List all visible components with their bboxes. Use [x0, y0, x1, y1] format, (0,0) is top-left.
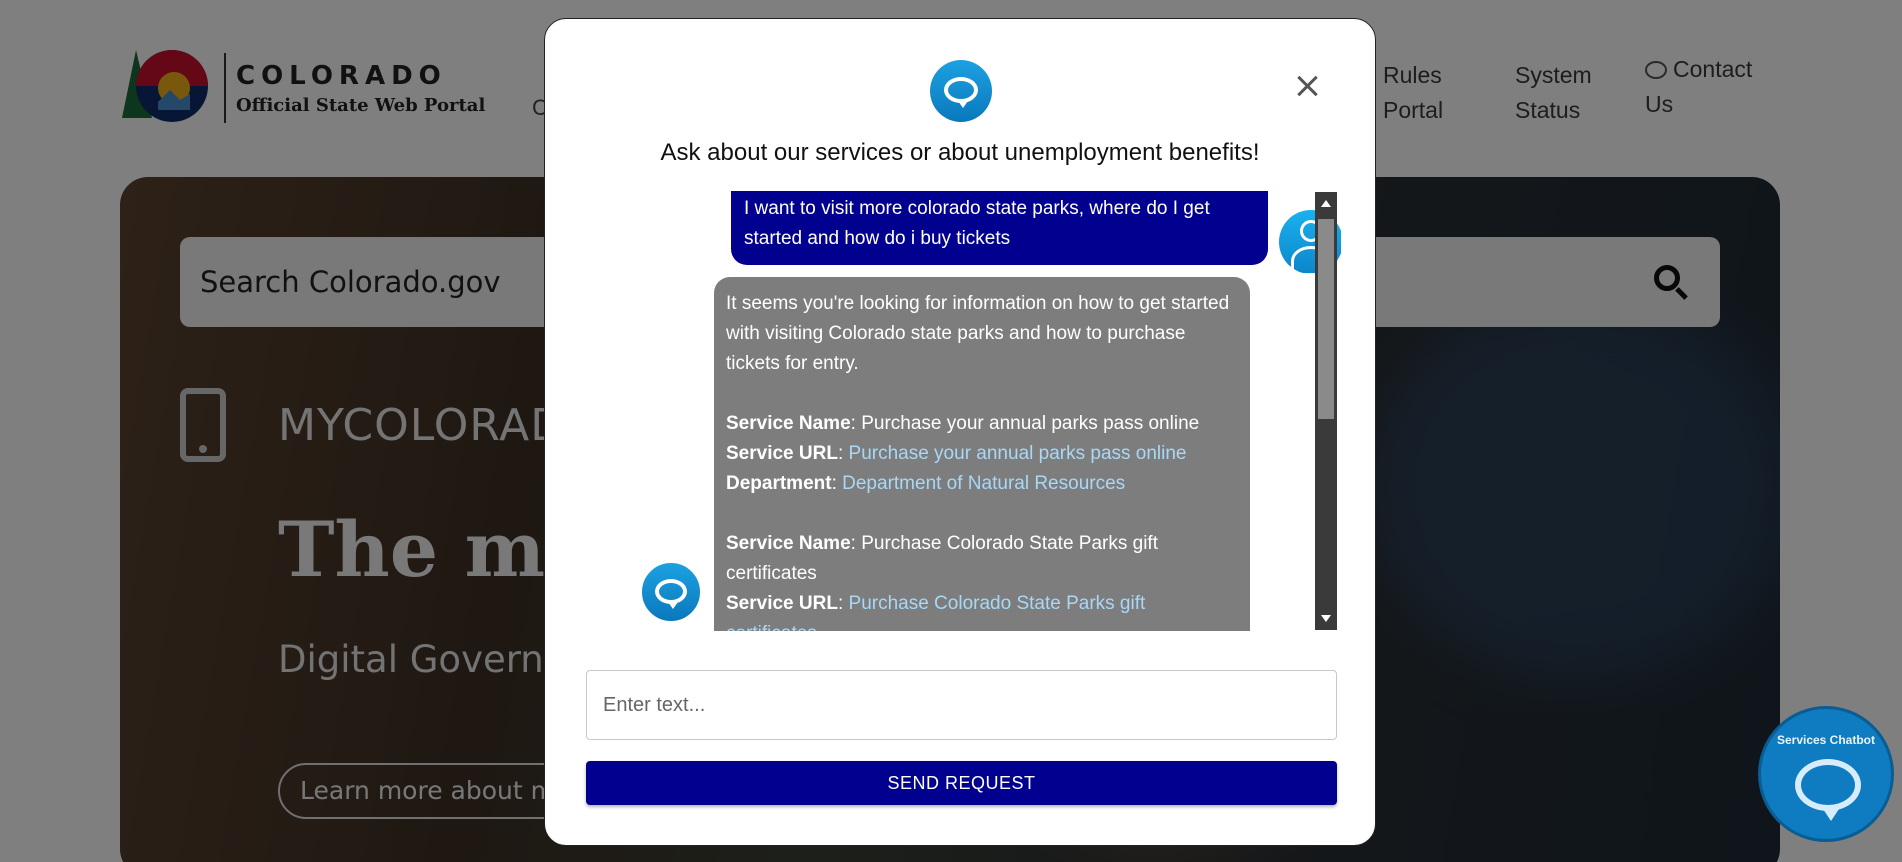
bot-message: It seems you're looking for information … [714, 277, 1250, 631]
close-icon[interactable] [1293, 71, 1323, 101]
chatbot-icon [1795, 759, 1861, 821]
bot-message-intro: It seems you're looking for information … [726, 293, 1230, 374]
service-url-label: Service URL [726, 593, 838, 614]
chatbot-modal: Ask about our services or about unemploy… [544, 18, 1376, 846]
service-url-label: Service URL [726, 443, 838, 464]
department-line: Department: Department of Natural Resour… [726, 473, 1126, 494]
chatbot-icon [930, 60, 992, 122]
modal-heading: Ask about our services or about unemploy… [660, 139, 1260, 166]
service-name-value: : Purchase your annual parks pass online [850, 413, 1200, 434]
user-message: I want to visit more colorado state park… [731, 191, 1268, 265]
service-name-line: Service Name: Purchase your annual parks… [726, 409, 1238, 439]
chat-scrollbar[interactable] [1315, 192, 1337, 630]
department-label: Department [726, 473, 832, 494]
service-name-line: Service Name: Purchase Colorado State Pa… [726, 529, 1238, 589]
send-request-button[interactable]: SEND REQUEST [586, 761, 1337, 805]
service-url-link[interactable]: Purchase your annual parks pass online [849, 443, 1187, 464]
service-name-label: Service Name [726, 533, 851, 554]
scroll-down-icon[interactable] [1321, 615, 1331, 622]
service-name-label: Service Name [726, 413, 851, 434]
scrollbar-thumb[interactable] [1318, 219, 1334, 419]
department-link[interactable]: Department of Natural Resources [842, 473, 1125, 494]
scroll-up-icon[interactable] [1321, 200, 1331, 207]
chatbot-launcher-button[interactable]: Services Chatbot [1758, 706, 1894, 842]
bot-avatar-icon [640, 561, 702, 623]
service-url-line: Service URL: Purchase your annual parks … [726, 443, 1187, 464]
chatbot-launcher-label: Services Chatbot [1776, 733, 1876, 747]
service-url-line: Service URL: Purchase Colorado State Par… [726, 589, 1238, 631]
chat-transcript[interactable]: I want to visit more colorado state park… [585, 191, 1341, 631]
chat-text-input[interactable] [586, 670, 1337, 740]
